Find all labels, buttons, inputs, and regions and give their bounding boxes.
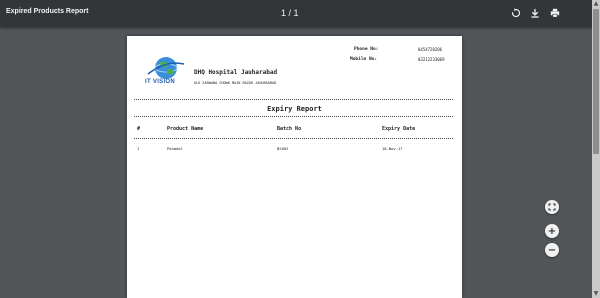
- page-counter: 1 / 1: [281, 8, 299, 18]
- fit-to-page-button[interactable]: [545, 200, 559, 214]
- pdf-page: IT VISION DHQ Hospital Jauharabad OLD SA…: [127, 36, 462, 298]
- scrollbar-thumb[interactable]: [593, 9, 599, 154]
- column-header-product-name: Product Name: [167, 126, 204, 132]
- download-icon[interactable]: [528, 6, 542, 20]
- column-header-index: #: [137, 126, 141, 132]
- phone-label: Phone No:: [354, 47, 379, 52]
- phone-value: 0454720206: [418, 47, 443, 52]
- pdf-toolbar: Expired Products Report 1 / 1: [0, 0, 600, 27]
- title-divider: [134, 116, 453, 117]
- header-divider: [134, 99, 453, 100]
- fit-to-page-icon: [548, 203, 556, 211]
- hospital-name: DHQ Hospital Jauharabad: [194, 69, 278, 76]
- row-product-name: Panadol: [167, 146, 184, 151]
- rotate-icon[interactable]: [509, 6, 523, 20]
- report-title: Expiry Report: [267, 105, 322, 113]
- document-title: Expired Products Report: [6, 8, 89, 15]
- row-index: 1: [137, 146, 140, 151]
- zoom-out-button[interactable]: −: [545, 243, 559, 257]
- scroll-up-icon[interactable]: ▲: [592, 0, 600, 8]
- column-header-expiry-date: Expiry Date: [382, 126, 416, 132]
- mobile-value: 03212233069: [418, 57, 445, 62]
- scroll-down-icon[interactable]: ▼: [592, 290, 600, 298]
- column-header-batch-no: Batch No: [277, 126, 302, 132]
- logo-text: IT VISION: [145, 79, 176, 85]
- print-icon[interactable]: [548, 6, 562, 20]
- zoom-in-button[interactable]: +: [545, 224, 559, 238]
- row-batch-no: B2002: [277, 146, 289, 151]
- mobile-label: Mobile No:: [350, 57, 378, 62]
- row-expiry-date: 18-Nov-17: [382, 146, 403, 151]
- table-header-divider: [134, 138, 453, 139]
- hospital-address: OLD SARWANA CHOWK MAIN BAZAR JAUHARABAD: [194, 81, 277, 85]
- vertical-scrollbar[interactable]: ▲ ▼: [592, 0, 600, 298]
